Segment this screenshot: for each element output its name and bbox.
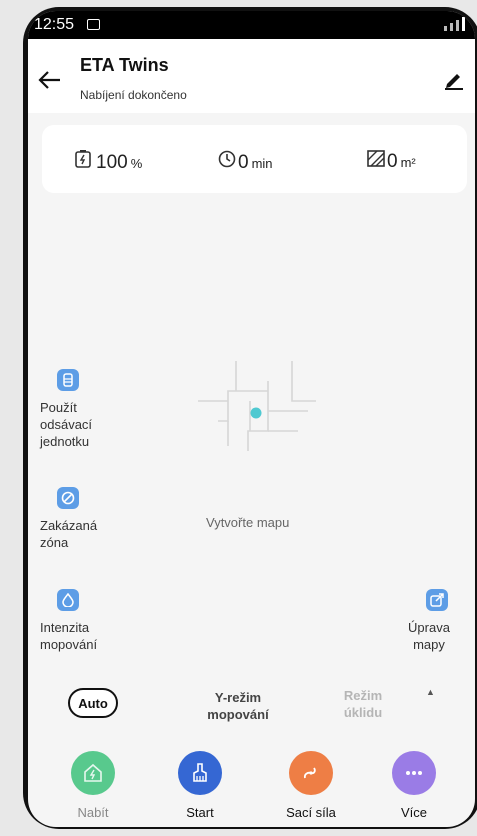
home-icon: [71, 751, 115, 795]
no-entry-icon: [57, 487, 79, 509]
robot-position-dot: [250, 407, 262, 419]
battery-icon: [75, 150, 91, 168]
area-stat: 0 m²: [367, 150, 416, 173]
forbidden-zone-tool[interactable]: Zakázaná zóna: [40, 487, 130, 551]
more-dots-icon: [392, 751, 436, 795]
action-bar: Nabít Start Sací síla Více: [28, 741, 475, 827]
water-drop-icon: [57, 589, 79, 611]
suction-unit-label: Použít odsávací jednotku: [40, 400, 93, 449]
fan-icon: [289, 751, 333, 795]
dustbin-icon: [57, 369, 79, 391]
stats-card: 100 % 0 min 0 m²: [42, 125, 467, 193]
area-icon: [367, 150, 385, 167]
clock-icon: [218, 150, 236, 168]
app-header: ETA Twins Nabíjení dokončeno: [28, 39, 475, 113]
signal-icon: [444, 17, 465, 31]
map-sketch: [198, 361, 316, 451]
start-label: Start: [186, 805, 214, 820]
battery-stat: 100 %: [75, 150, 142, 174]
mop-intensity-tool[interactable]: Intenzita mopování: [40, 589, 130, 653]
suction-power-label: Sací síla: [286, 805, 336, 820]
edit-map-label: Úprava mapy: [408, 620, 450, 652]
y-mode-mop-option[interactable]: Y-režim mopování: [188, 689, 288, 723]
suction-power-button[interactable]: Sací síla: [271, 751, 351, 820]
device-status: Nabíjení dokončeno: [80, 88, 187, 102]
page-title: ETA Twins: [80, 55, 169, 75]
expand-caret-icon[interactable]: ▲: [426, 687, 435, 697]
mode-bar: Auto Y-režim mopování Režim úklidu ▲: [28, 681, 475, 741]
mop-intensity-label: Intenzita mopování: [40, 620, 98, 652]
image-notification-icon: [87, 19, 100, 30]
create-map-message: Vytvořte mapu: [206, 515, 290, 530]
start-button[interactable]: Start: [160, 751, 240, 820]
charge-button[interactable]: Nabít: [53, 751, 133, 820]
status-time: 12:55: [34, 16, 75, 33]
edit-map-icon: [426, 589, 448, 611]
time-stat: 0 min: [218, 150, 273, 174]
edit-map-tool[interactable]: Úprava mapy: [388, 589, 460, 653]
forbidden-zone-label: Zakázaná zóna: [40, 518, 98, 550]
cleaning-mode-option[interactable]: Režim úklidu: [328, 687, 398, 721]
broom-icon: [178, 751, 222, 795]
auto-mode-button[interactable]: Auto: [68, 688, 118, 718]
edit-pencil-icon[interactable]: [443, 68, 465, 90]
more-button[interactable]: Více: [374, 751, 454, 820]
back-arrow-icon[interactable]: [38, 70, 62, 90]
app-screen: 12:55 ETA Twins Nabíjení dokončeno 100 %…: [28, 11, 475, 827]
charge-label: Nabít: [77, 805, 109, 820]
suction-unit-tool[interactable]: Použít odsávací jednotku: [40, 369, 130, 450]
status-bar: 12:55: [28, 11, 475, 39]
more-label: Více: [400, 805, 427, 820]
